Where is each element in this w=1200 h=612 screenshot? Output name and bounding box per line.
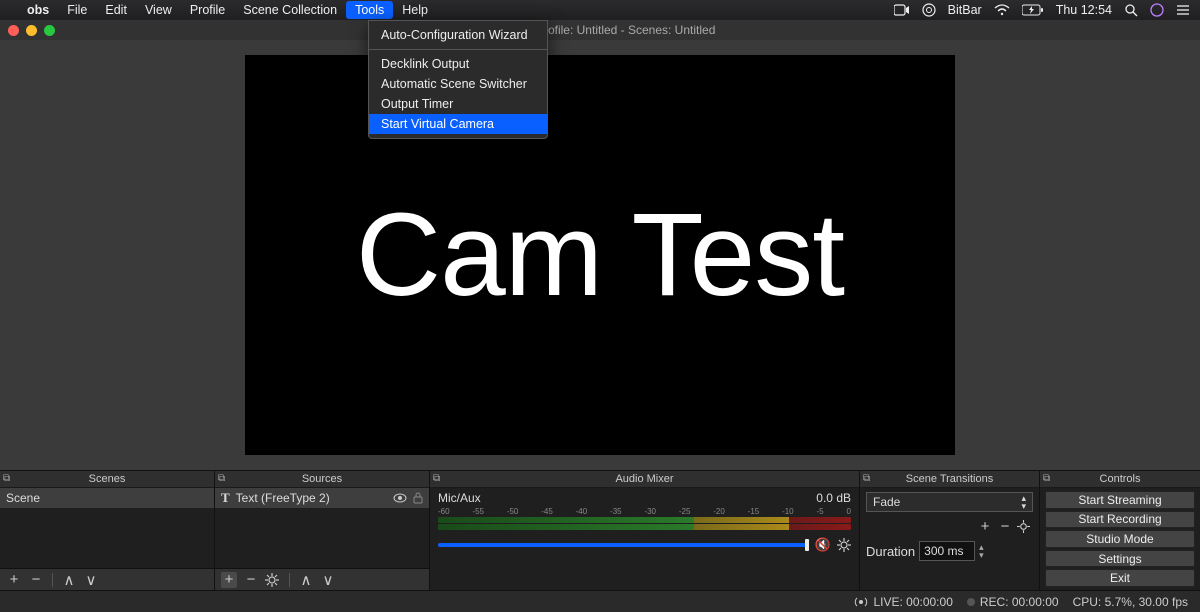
record-indicator-icon xyxy=(967,598,975,606)
studio-mode-button[interactable]: Studio Mode xyxy=(1045,530,1195,548)
tools-dropdown: Auto-Configuration Wizard Decklink Outpu… xyxy=(368,20,548,139)
scene-list-item[interactable]: Scene xyxy=(0,488,214,508)
menu-tools[interactable]: Tools xyxy=(346,1,393,19)
menu-separator xyxy=(369,49,547,50)
transition-select[interactable]: Fade ▴▾ xyxy=(866,492,1033,512)
move-scene-down-button[interactable]: ∨ xyxy=(83,571,99,589)
docks-row: ⧉ Scenes Scene + − ∧ ∨ ⧉ Sources T Text … xyxy=(0,470,1200,590)
remove-scene-button[interactable]: − xyxy=(28,571,44,588)
source-properties-button[interactable] xyxy=(265,573,281,587)
spotlight-icon[interactable] xyxy=(1124,3,1138,17)
menu-item-scene-switcher[interactable]: Automatic Scene Switcher xyxy=(369,74,547,94)
preview-text-source: Cam Test xyxy=(356,187,844,323)
separator xyxy=(52,573,53,587)
transition-properties-button[interactable] xyxy=(1017,520,1033,533)
source-name: Text (FreeType 2) xyxy=(236,491,330,505)
move-source-up-button[interactable]: ∧ xyxy=(298,571,314,589)
cpu-status-text: CPU: 5.7%, 30.00 fps xyxy=(1073,595,1188,609)
scene-transitions-panel: ⧉ Scene Transitions Fade ▴▾ + − Duration xyxy=(860,471,1040,590)
wifi-icon[interactable] xyxy=(994,4,1010,16)
duration-input[interactable]: 300 ms xyxy=(919,541,975,561)
chevron-updown-icon: ▴▾ xyxy=(1021,494,1026,510)
visibility-toggle-icon[interactable] xyxy=(393,493,407,503)
audio-meter-left xyxy=(438,517,851,523)
settings-button[interactable]: Settings xyxy=(1045,550,1195,568)
source-list-item[interactable]: T Text (FreeType 2) xyxy=(215,488,429,508)
window-titlebar: 3 (mac) - Profile: Untitled - Scenes: Un… xyxy=(0,20,1200,40)
add-transition-button[interactable]: + xyxy=(977,518,993,535)
menu-file[interactable]: File xyxy=(58,1,96,19)
scenes-title: Scenes xyxy=(89,473,126,485)
detach-icon[interactable]: ⧉ xyxy=(863,473,870,484)
facetime-icon[interactable] xyxy=(894,4,910,16)
mute-button-icon[interactable]: 🔇 xyxy=(815,537,831,553)
menu-help[interactable]: Help xyxy=(393,1,437,19)
transitions-title: Scene Transitions xyxy=(906,473,993,485)
bitbar-menulet[interactable]: BitBar xyxy=(948,3,982,17)
notification-center-icon[interactable] xyxy=(1176,4,1190,16)
audio-track-label: Mic/Aux xyxy=(438,491,481,505)
volume-slider[interactable] xyxy=(438,543,809,547)
move-source-down-button[interactable]: ∨ xyxy=(320,571,336,589)
menu-scene-collection[interactable]: Scene Collection xyxy=(234,1,346,19)
scene-name: Scene xyxy=(6,491,40,505)
window-minimize-button[interactable] xyxy=(26,25,37,36)
siri-icon[interactable] xyxy=(1150,3,1164,17)
move-scene-up-button[interactable]: ∧ xyxy=(61,571,77,589)
status-bar: LIVE: 00:00:00 REC: 00:00:00 CPU: 5.7%, … xyxy=(0,590,1200,612)
live-status-text: LIVE: 00:00:00 xyxy=(873,595,952,609)
start-streaming-button[interactable]: Start Streaming xyxy=(1045,491,1195,509)
add-scene-button[interactable]: + xyxy=(6,571,22,588)
lock-toggle-icon[interactable] xyxy=(413,492,423,504)
audio-mixer-panel: ⧉ Audio Mixer Mic/Aux 0.0 dB -60-55-50-4… xyxy=(430,471,860,590)
sources-panel: ⧉ Sources T Text (FreeType 2) + − ∧ xyxy=(215,471,430,590)
transition-selected-value: Fade xyxy=(873,495,900,509)
preview-workspace: Cam Test xyxy=(0,40,1200,470)
separator xyxy=(289,573,290,587)
text-source-icon: T xyxy=(221,490,230,506)
menu-item-start-virtual-camera[interactable]: Start Virtual Camera xyxy=(369,114,547,134)
menu-profile[interactable]: Profile xyxy=(181,1,234,19)
rec-status-text: REC: 00:00:00 xyxy=(980,595,1059,609)
menu-item-output-timer[interactable]: Output Timer xyxy=(369,94,547,114)
audio-settings-button[interactable] xyxy=(837,538,851,552)
audio-db-value: 0.0 dB xyxy=(816,491,851,505)
start-recording-button[interactable]: Start Recording xyxy=(1045,511,1195,529)
sources-title: Sources xyxy=(302,473,342,485)
program-preview[interactable]: Cam Test xyxy=(245,55,955,455)
controls-title: Controls xyxy=(1100,473,1141,485)
add-source-button[interactable]: + xyxy=(221,572,237,588)
menu-edit[interactable]: Edit xyxy=(96,1,136,19)
duration-label: Duration xyxy=(866,544,915,559)
remove-transition-button[interactable]: − xyxy=(997,518,1013,535)
menu-item-auto-config[interactable]: Auto-Configuration Wizard xyxy=(369,25,547,45)
detach-icon[interactable]: ⧉ xyxy=(218,473,225,484)
clock[interactable]: Thu 12:54 xyxy=(1056,3,1112,17)
detach-icon[interactable]: ⧉ xyxy=(433,473,440,484)
macos-menubar: obs File Edit View Profile Scene Collect… xyxy=(0,0,1200,20)
stepper-icon[interactable]: ▴▾ xyxy=(979,543,984,559)
obs-tray-icon[interactable] xyxy=(922,3,936,17)
broadcast-icon xyxy=(854,595,868,609)
scenes-panel: ⧉ Scenes Scene + − ∧ ∨ xyxy=(0,471,215,590)
window-close-button[interactable] xyxy=(8,25,19,36)
mixer-title: Audio Mixer xyxy=(615,473,673,485)
menu-view[interactable]: View xyxy=(136,1,181,19)
controls-panel: ⧉ Controls Start Streaming Start Recordi… xyxy=(1040,471,1200,590)
meter-scale: -60-55-50-45-40-35-30-25-20-15-10-50 xyxy=(438,507,851,516)
detach-icon[interactable]: ⧉ xyxy=(3,473,10,484)
window-zoom-button[interactable] xyxy=(44,25,55,36)
exit-button[interactable]: Exit xyxy=(1045,569,1195,587)
app-menu[interactable]: obs xyxy=(18,1,58,19)
audio-meter-right xyxy=(438,524,851,530)
detach-icon[interactable]: ⧉ xyxy=(1043,473,1050,484)
battery-icon[interactable] xyxy=(1022,4,1044,16)
menu-item-decklink[interactable]: Decklink Output xyxy=(369,54,547,74)
remove-source-button[interactable]: − xyxy=(243,571,259,588)
